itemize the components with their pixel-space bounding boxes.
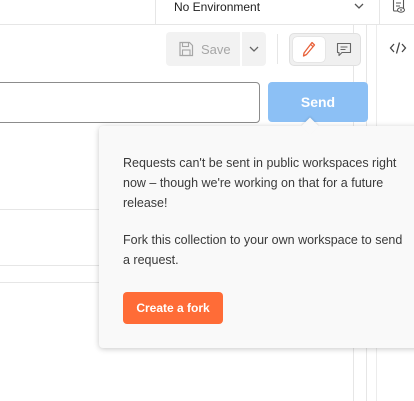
environment-quick-look-icon[interactable]	[392, 0, 406, 14]
save-icon	[179, 41, 194, 57]
divider	[277, 34, 278, 64]
comment-icon	[336, 42, 352, 57]
save-button[interactable]: Save	[166, 32, 240, 66]
send-button[interactable]: Send	[268, 82, 368, 122]
divider	[0, 209, 99, 210]
environment-selector[interactable]: No Environment	[156, 0, 376, 25]
divider	[0, 265, 99, 266]
divider	[0, 282, 99, 283]
popover-instruction: Fork this collection to your own workspa…	[123, 233, 403, 267]
request-workspace: No Environment Save Send Requests can't …	[0, 0, 414, 401]
edit-mode-button[interactable]	[293, 37, 325, 62]
comments-button[interactable]	[329, 37, 359, 62]
divider	[379, 0, 380, 25]
create-fork-button[interactable]: Create a fork	[123, 292, 223, 324]
chevron-down-icon	[354, 3, 364, 9]
environment-bar: No Environment	[0, 0, 414, 25]
mode-toggle	[289, 33, 361, 66]
code-icon[interactable]	[389, 40, 407, 56]
save-options-button[interactable]	[242, 32, 266, 66]
popover-message: Requests can't be sent in public workspa…	[123, 156, 397, 210]
environment-selected-label: No Environment	[174, 0, 261, 14]
save-label: Save	[201, 42, 231, 57]
fork-required-popover: Requests can't be sent in public workspa…	[99, 117, 414, 348]
url-input[interactable]	[0, 82, 260, 123]
chevron-down-icon	[249, 46, 259, 52]
save-button-group: Save	[166, 32, 266, 66]
pencil-icon	[302, 41, 316, 57]
